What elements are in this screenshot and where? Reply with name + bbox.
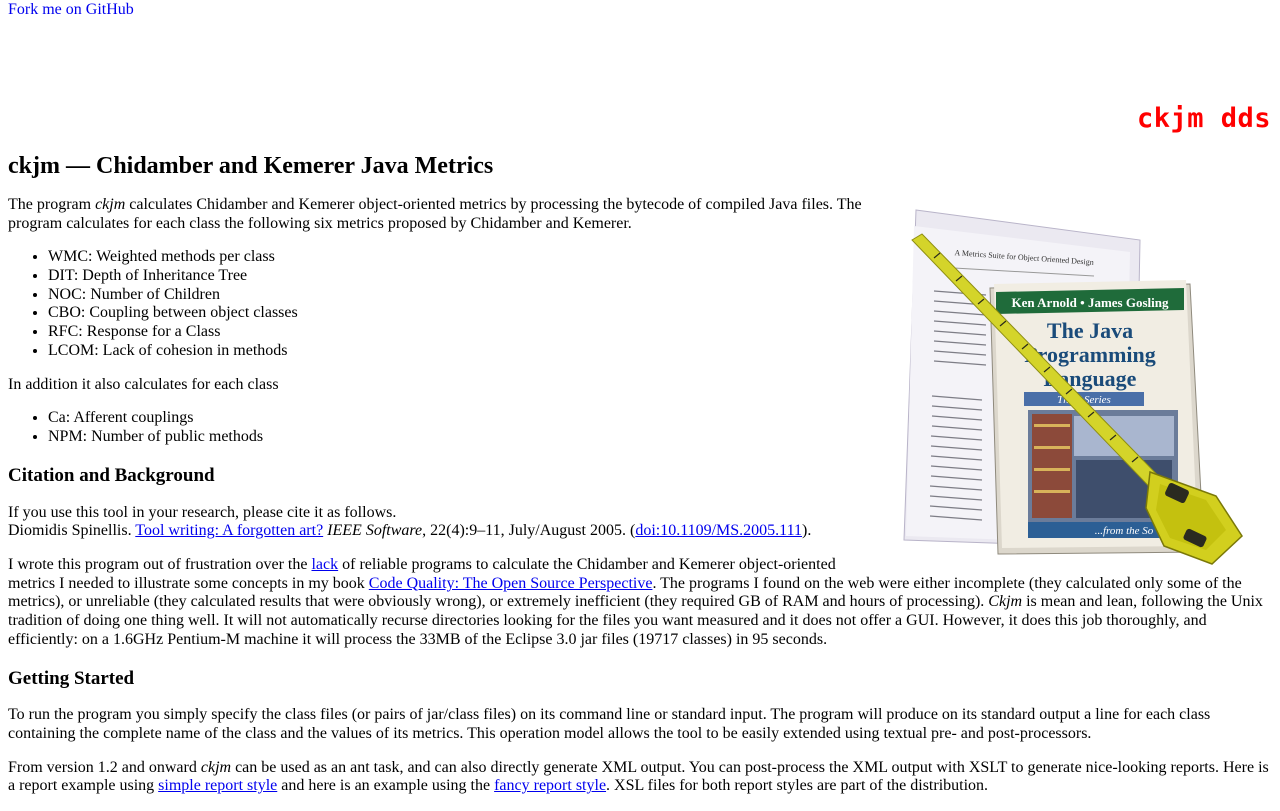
simple-report-style-link[interactable]: simple report style (158, 777, 277, 794)
intro-program-name: ckjm (95, 195, 126, 213)
lack-link[interactable]: lack (311, 556, 338, 573)
ant-text-1: From version 1.2 and onward (8, 758, 201, 776)
background-program-name: Ckjm (988, 593, 1023, 611)
citation-details: , 22(4):9–11, July/August 2005. ( (422, 522, 636, 540)
broken-image-icon (0, 1, 8, 16)
book-footer-text: ...from the So (1095, 525, 1154, 537)
citation-author: Diomidis Spinellis. (8, 522, 136, 540)
background-text-1: I wrote this program out of frustration … (8, 555, 312, 573)
fork-me-on-github-link[interactable]: Fork me on GitHub (0, 1, 134, 20)
citation-intro: If you use this tool in your research, p… (8, 503, 397, 521)
intro-text-1: The program (8, 195, 96, 213)
ant-text-3: and here is an example using the (277, 777, 495, 795)
background-paragraph: I wrote this program out of frustration … (8, 556, 1272, 650)
fancy-report-style-link[interactable]: fancy report style (494, 777, 606, 794)
books-and-tape-measure-photo: A Metrics Suite for Object Oriented Desi… (894, 196, 1250, 570)
ant-text-4: . XSL files for both report styles are p… (606, 777, 989, 795)
page-title: ckjm — Chidamber and Kemerer Java Metric… (8, 153, 494, 179)
citation-close: ). (802, 522, 812, 540)
getting-started-paragraph: To run the program you simply specify th… (8, 706, 1211, 743)
ant-program-name: ckjm (200, 758, 232, 776)
citation-journal: IEEE Software (327, 522, 423, 540)
fork-me-alt-text: Fork me on GitHub (8, 1, 134, 18)
code-quality-book-link[interactable]: Code Quality: The Open Source Perspectiv… (369, 575, 653, 592)
doi-link[interactable]: doi:10.1109/MS.2005.111 (635, 522, 802, 539)
ant-task-paragraph: From version 1.2 and onward ckjm can be … (8, 759, 1272, 796)
book-title-line1: The Java (1047, 318, 1133, 343)
main-content: ckjm — Chidamber and Kemerer Java Metric… (8, 152, 1272, 811)
book-authors-text: Ken Arnold • James Gosling (1012, 295, 1169, 310)
getting-started-heading: Getting Started (8, 667, 135, 689)
brand-logo-text: ckjm dds (1136, 103, 1271, 134)
intro-text-2: calculates Chidamber and Kemerer object-… (8, 195, 862, 232)
paper-link[interactable]: Tool writing: A forgotten art? (135, 522, 323, 539)
